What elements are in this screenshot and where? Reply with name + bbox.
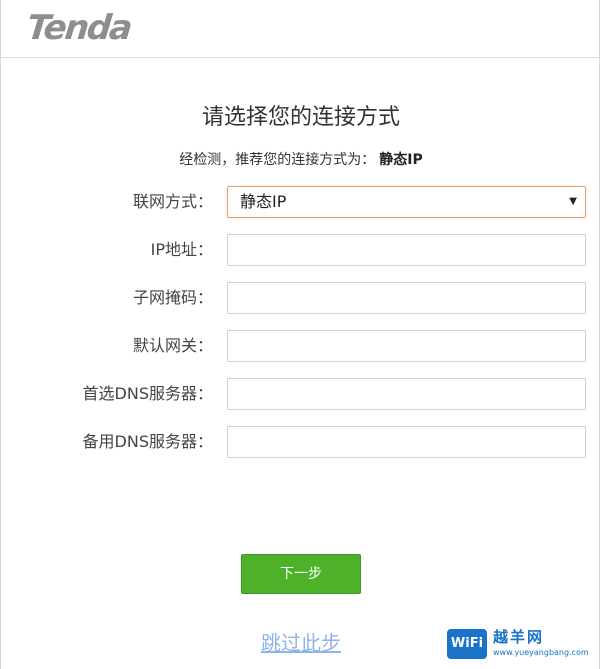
connection-type-selected-value: 静态IP <box>240 192 287 211</box>
tenda-logo: Tenda <box>24 8 133 48</box>
subnet-mask-input[interactable] <box>227 282 586 314</box>
detection-value: 静态IP <box>379 152 423 168</box>
ip-address-row: IP地址： <box>1 234 599 268</box>
connection-type-select[interactable]: 静态IP ▼ <box>227 186 586 218</box>
router-setup-page: Tenda 请选择您的连接方式 经检测，推荐您的连接方式为： 静态IP 联网方式：… <box>0 0 600 669</box>
watermark-url: www.yueyangbang.com <box>493 648 589 657</box>
subnet-mask-label: 子网掩码： <box>132 288 213 307</box>
primary-dns-label: 首选DNS服务器： <box>82 384 213 403</box>
gateway-input[interactable] <box>227 330 586 362</box>
next-step-button[interactable]: 下一步 <box>241 554 361 594</box>
secondary-dns-input[interactable] <box>227 426 586 458</box>
ip-address-input[interactable] <box>227 234 586 266</box>
detection-result: 经检测，推荐您的连接方式为： 静态IP <box>1 148 599 172</box>
wifi-logo-icon: WiFi <box>447 629 487 659</box>
connection-type-label: 联网方式： <box>132 192 213 211</box>
secondary-dns-label: 备用DNS服务器： <box>82 432 213 451</box>
ip-address-label: IP地址： <box>150 240 213 259</box>
subnet-mask-row: 子网掩码： <box>1 282 599 316</box>
dropdown-arrow-icon: ▼ <box>569 196 577 207</box>
primary-dns-input[interactable] <box>227 378 586 410</box>
connection-type-row: 联网方式： 静态IP ▼ <box>1 186 599 220</box>
header-bar: Tenda <box>1 0 599 58</box>
page-title: 请选择您的连接方式 <box>201 105 400 130</box>
primary-dns-row: 首选DNS服务器： <box>1 378 599 412</box>
site-watermark: WiFi 越羊网 www.yueyangbang.com <box>447 625 595 663</box>
gateway-label: 默认网关： <box>132 336 213 355</box>
detection-prefix: 经检测，推荐您的连接方式为： <box>179 152 376 168</box>
watermark-text: 越羊网 <box>493 628 545 646</box>
secondary-dns-row: 备用DNS服务器： <box>1 426 599 460</box>
gateway-row: 默认网关： <box>1 330 599 364</box>
